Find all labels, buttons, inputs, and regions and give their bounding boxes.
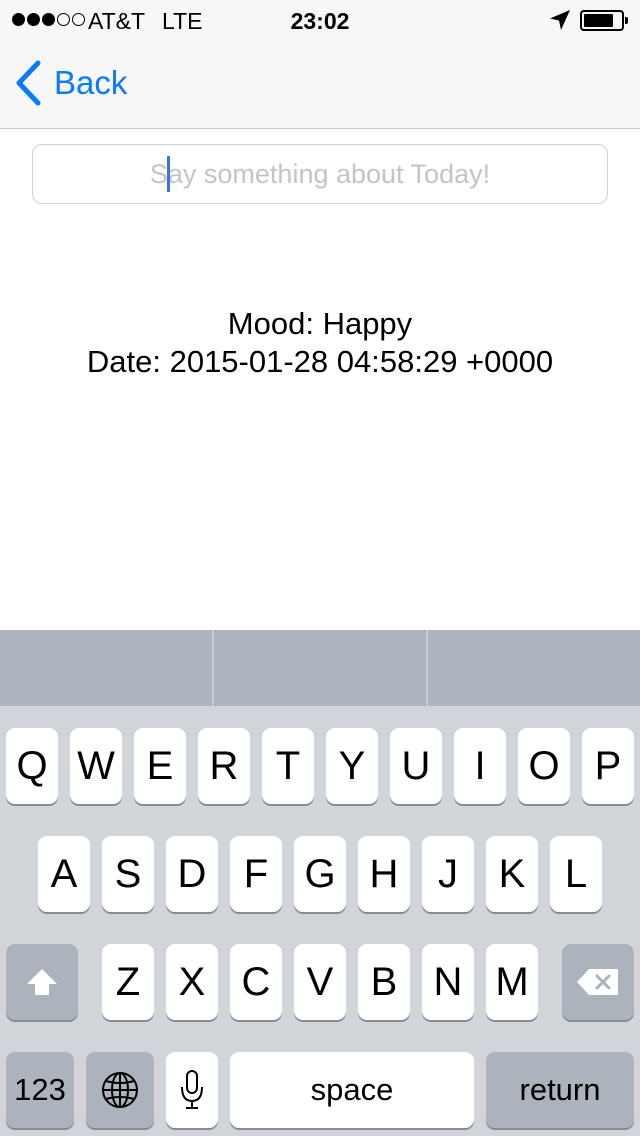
key-a[interactable]: A [38,836,90,912]
battery-level [584,14,613,27]
chevron-left-icon [16,60,41,106]
globe-key[interactable] [86,1052,154,1128]
status-time: 23:02 [290,8,350,34]
key-s[interactable]: S [102,836,154,912]
key-d[interactable]: D [166,836,218,912]
key-t[interactable]: T [262,728,314,804]
key-c[interactable]: C [230,944,282,1020]
key-g[interactable]: G [294,836,346,912]
key-e[interactable]: E [134,728,186,804]
entry-details: Mood: Happy Date: 2015-01-28 04:58:29 +0… [0,305,640,381]
back-label: Back [54,64,128,101]
key-z[interactable]: Z [102,944,154,1020]
backspace-icon [577,969,618,995]
date-label: Date: 2015-01-28 04:58:29 +0000 [86,344,554,379]
status-bar: AT&T LTE 23:02 [0,0,640,40]
navigation-bar: AT&T LTE 23:02 Back [0,0,640,129]
key-r[interactable]: R [198,728,250,804]
shift-key[interactable] [6,944,78,1020]
key-v[interactable]: V [294,944,346,1020]
backspace-key[interactable] [562,944,634,1020]
key-k[interactable]: K [486,836,538,912]
prediction-divider [426,630,428,706]
key-w[interactable]: W [70,728,122,804]
battery-icon [580,10,628,31]
mood-label: Mood: Happy [227,306,413,341]
microphone-icon [181,1070,203,1109]
note-field[interactable] [32,144,608,204]
text-cursor [167,156,170,192]
numbers-key[interactable]: 123 [6,1052,74,1128]
key-f[interactable]: F [230,836,282,912]
back-button[interactable]: Back [14,60,127,106]
globe-icon [102,1072,138,1108]
key-y[interactable]: Y [326,728,378,804]
key-l[interactable]: L [550,836,602,912]
key-i[interactable]: I [454,728,506,804]
key-h[interactable]: H [358,836,410,912]
prediction-divider [212,630,214,706]
space-key[interactable]: space [230,1052,474,1128]
key-u[interactable]: U [390,728,442,804]
prediction-bar[interactable] [0,630,640,706]
key-q[interactable]: Q [6,728,58,804]
shift-icon [27,969,57,995]
return-key[interactable]: return [486,1052,634,1128]
key-p[interactable]: P [582,728,634,804]
key-j[interactable]: J [422,836,474,912]
keyboard: QWERTYUIOP ASDFGHJKL ZXCVBNM 123 space ret… [0,630,640,1136]
key-x[interactable]: X [166,944,218,1020]
key-n[interactable]: N [422,944,474,1020]
dictation-key[interactable] [166,1052,218,1128]
note-input[interactable] [33,145,607,203]
key-m[interactable]: M [486,944,538,1020]
key-b[interactable]: B [358,944,410,1020]
location-arrow-icon [550,10,570,30]
key-o[interactable]: O [518,728,570,804]
